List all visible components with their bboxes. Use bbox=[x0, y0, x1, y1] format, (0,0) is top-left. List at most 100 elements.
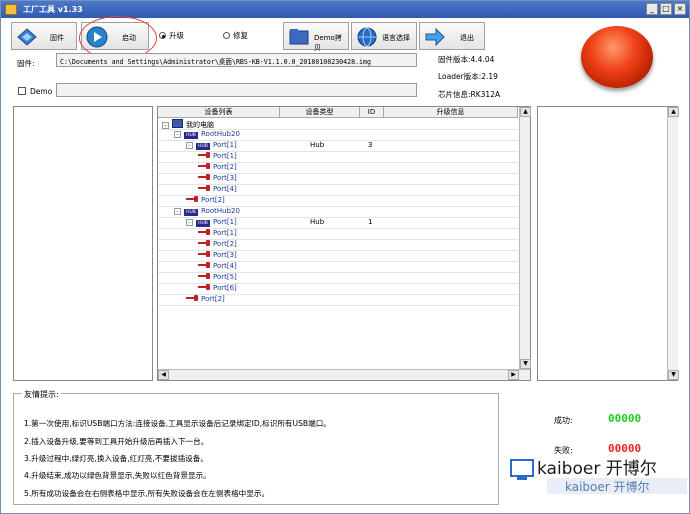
usb-icon bbox=[198, 262, 210, 268]
exit-button[interactable]: 退出 bbox=[419, 22, 485, 50]
tree-node-label: Port[6] bbox=[213, 284, 237, 292]
tree-node-label: Port[2] bbox=[201, 196, 225, 204]
demo-field[interactable] bbox=[56, 83, 417, 97]
firmware-path-field[interactable]: C:\Documents and Settings\Administrator\… bbox=[56, 53, 417, 67]
column-header-upgrade-info[interactable]: 升级信息 bbox=[384, 107, 518, 118]
tree-node-label: Port[3] bbox=[213, 251, 237, 259]
loader-version: Loader版本:2.19 bbox=[438, 72, 498, 81]
tip-line: 4.升级结束,成功以绿色背景显示,失败以红色背景显示。 bbox=[24, 471, 211, 480]
tip-line: 5.所有成功设备会在右侧表格中显示,所有失败设备会在左侧表格中显示。 bbox=[24, 489, 270, 498]
usb-icon bbox=[198, 273, 210, 279]
collapse-toggle-icon[interactable]: - bbox=[186, 219, 193, 226]
globe-icon bbox=[357, 27, 377, 47]
tree-node[interactable]: Port[3] bbox=[198, 251, 237, 259]
chip-info: 芯片信息:RK312A bbox=[438, 90, 501, 99]
tree-node[interactable]: Port[1] bbox=[198, 152, 237, 160]
hub-icon: HUB bbox=[184, 209, 198, 216]
firmware-icon bbox=[17, 28, 37, 46]
tree-node-label: Port[1] bbox=[213, 229, 237, 237]
scroll-left-button[interactable]: ◀ bbox=[158, 370, 169, 380]
row-separator bbox=[158, 305, 518, 306]
repair-radio[interactable]: 修复 bbox=[223, 30, 248, 41]
firmware-version: 固件版本:4.4.04 bbox=[438, 55, 495, 64]
usb-icon bbox=[198, 284, 210, 290]
tree-node-label: Port[2] bbox=[213, 163, 237, 171]
device-type-cell: Hub bbox=[310, 141, 325, 149]
tree-node-label: Port[4] bbox=[213, 262, 237, 270]
tips-groupbox: 友情提示: 1.第一次使用,标识USB端口方法:连接设备,工具显示设备后记录绑定… bbox=[13, 389, 499, 505]
window-title: 工厂工具 v1.33 bbox=[23, 5, 83, 14]
scroll-up-button[interactable]: ▲ bbox=[668, 107, 679, 117]
tree-node[interactable]: - HUB Port[1] bbox=[186, 218, 237, 227]
column-header-device-type[interactable]: 设备类型 bbox=[280, 107, 360, 118]
minimize-button[interactable]: _ bbox=[646, 3, 658, 15]
tree-node[interactable]: - HUB RootHub20 bbox=[174, 130, 240, 139]
tree-node[interactable]: - HUB Port[1] bbox=[186, 141, 237, 150]
usb-icon bbox=[198, 174, 210, 180]
column-header-id[interactable]: ID bbox=[360, 107, 384, 118]
svg-text:kaiboer 开博尔: kaiboer 开博尔 bbox=[565, 479, 650, 494]
tree-node[interactable]: Port[2] bbox=[198, 163, 237, 171]
tree-node[interactable]: Port[4] bbox=[198, 262, 237, 270]
tree-node-label: Port[3] bbox=[213, 174, 237, 182]
usb-icon bbox=[198, 185, 210, 191]
success-count: 00000 bbox=[608, 412, 642, 425]
language-button[interactable]: 语言选择 bbox=[351, 22, 417, 50]
firmware-button[interactable]: 固件 bbox=[11, 22, 77, 50]
tree-node-label: Port[1] bbox=[213, 141, 237, 149]
tree-node-label: RootHub20 bbox=[201, 130, 240, 138]
column-header-device-list[interactable]: 设备列表 bbox=[158, 107, 280, 118]
tree-node[interactable]: Port[5] bbox=[198, 273, 237, 281]
device-grid: 设备列表 设备类型 ID 升级信息 - 我的电脑 - HUB RootHub20- HUB… bbox=[157, 106, 531, 381]
device-type-cell: Hub bbox=[310, 218, 325, 226]
watermark-logo: kaiboer 开博尔 kaiboer 开博尔 bbox=[507, 446, 690, 496]
usb-icon bbox=[198, 251, 210, 257]
tree-node[interactable]: Port[1] bbox=[198, 229, 237, 237]
status-light-button[interactable] bbox=[581, 26, 653, 88]
scroll-down-button[interactable]: ▼ bbox=[668, 370, 679, 380]
tree-node-label: Port[2] bbox=[213, 240, 237, 248]
tree-node[interactable]: Port[2] bbox=[186, 295, 225, 303]
tree-node[interactable]: Port[2] bbox=[198, 240, 237, 248]
tree-node[interactable]: - 我的电脑 bbox=[162, 119, 214, 130]
collapse-toggle-icon[interactable]: - bbox=[186, 142, 193, 149]
collapse-toggle-icon[interactable]: - bbox=[174, 208, 181, 215]
scroll-up-button[interactable]: ▲ bbox=[520, 107, 531, 117]
success-label: 成功: bbox=[554, 416, 573, 425]
radio-dot bbox=[223, 32, 230, 39]
collapse-toggle-icon[interactable]: - bbox=[174, 131, 181, 138]
firmware-label: 固件: bbox=[17, 59, 35, 68]
tree-node[interactable]: Port[6] bbox=[198, 284, 237, 292]
usb-icon bbox=[198, 240, 210, 246]
horizontal-scrollbar[interactable]: ◀ ▶ bbox=[158, 369, 530, 380]
svg-text:kaiboer 开博尔: kaiboer 开博尔 bbox=[537, 459, 657, 479]
app-window: 工厂工具 v1.33 _ □ × 固件 启动 升级 修复 Demo拷贝 语言选择… bbox=[0, 0, 690, 514]
vertical-scrollbar[interactable]: ▲ ▼ bbox=[519, 107, 531, 369]
demo-checkbox[interactable] bbox=[18, 87, 26, 95]
demo-label: Demo bbox=[30, 87, 53, 96]
usb-icon bbox=[186, 196, 198, 202]
hub-icon: HUB bbox=[196, 220, 210, 227]
failed-devices-panel bbox=[13, 106, 153, 381]
tree-node[interactable]: - HUB RootHub20 bbox=[174, 207, 240, 216]
usb-icon bbox=[198, 152, 210, 158]
tree-node[interactable]: Port[2] bbox=[186, 196, 225, 204]
usb-icon bbox=[198, 229, 210, 235]
tree-node[interactable]: Port[4] bbox=[198, 185, 237, 193]
scroll-right-button[interactable]: ▶ bbox=[508, 370, 519, 380]
scroll-down-button[interactable]: ▼ bbox=[520, 359, 531, 369]
success-panel-scrollbar[interactable]: ▲ ▼ bbox=[667, 107, 679, 380]
arrow-right-icon bbox=[425, 27, 445, 47]
folder-icon bbox=[289, 29, 309, 45]
demo-copy-button[interactable]: Demo拷贝 bbox=[283, 22, 349, 52]
close-button[interactable]: × bbox=[674, 3, 686, 15]
app-icon bbox=[5, 4, 17, 15]
upgrade-radio[interactable]: 升级 bbox=[159, 30, 184, 41]
collapse-toggle-icon[interactable]: - bbox=[162, 122, 169, 129]
tree-node[interactable]: Port[3] bbox=[198, 174, 237, 182]
tree-node-label: Port[5] bbox=[213, 273, 237, 281]
device-id-cell: 3 bbox=[368, 141, 373, 149]
tip-line: 1.第一次使用,标识USB端口方法:连接设备,工具显示设备后记录绑定ID,标识所… bbox=[24, 419, 331, 428]
maximize-button[interactable]: □ bbox=[660, 3, 672, 15]
success-devices-panel: ▲ ▼ bbox=[537, 106, 679, 381]
